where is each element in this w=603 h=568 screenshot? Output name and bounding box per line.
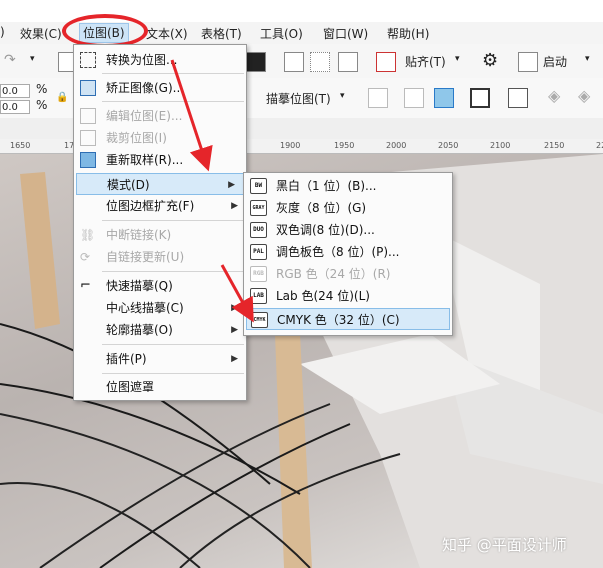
break-link-icon: ⛓ bbox=[80, 228, 96, 242]
mode-item-duotone[interactable]: DUO 双色调(8 位)(D)... bbox=[244, 219, 452, 241]
menu-item-quick-trace[interactable]: ⌐ 快速描摹(Q) bbox=[74, 275, 246, 297]
menu-item-prev[interactable]: ) bbox=[0, 25, 5, 39]
menu-item-bitmap-mask[interactable]: 位图遮罩 bbox=[74, 376, 246, 398]
menu-item-break-link[interactable]: ⛓ 中断链接(K) bbox=[74, 224, 246, 246]
mode-item-grayscale[interactable]: GRAY 灰度（8 位）(G) bbox=[244, 197, 452, 219]
submenu-arrow-icon: ▶ bbox=[228, 180, 235, 190]
menu-separator bbox=[102, 73, 244, 74]
quick-trace-icon: ⌐ bbox=[80, 278, 91, 293]
show-rulers-icon[interactable] bbox=[284, 52, 304, 72]
edit-bitmap-icon bbox=[80, 108, 96, 124]
ruler-tick: 2050 bbox=[438, 141, 459, 150]
bitmap-menu: 转换为位图... 矫正图像(G)... 编辑位图(E)... 裁剪位图(I) 重… bbox=[73, 44, 247, 401]
menu-separator bbox=[102, 101, 244, 102]
grayscale-mode-icon: GRAY bbox=[250, 200, 267, 216]
snap-to-label[interactable]: 贴齐(T) bbox=[405, 53, 446, 70]
rgb-mode-icon: RGB bbox=[250, 266, 267, 282]
x-position-field[interactable]: 0.0 bbox=[0, 84, 30, 98]
redo-dropdown-icon[interactable]: ▾ bbox=[30, 54, 35, 64]
lab-mode-icon: LAB bbox=[250, 288, 267, 304]
wrap-text-icon[interactable] bbox=[508, 88, 528, 108]
menu-separator bbox=[102, 373, 244, 374]
mode-item-paletted[interactable]: PAL 调色板色（8 位）(P)... bbox=[244, 241, 452, 263]
menu-separator bbox=[102, 271, 244, 272]
menu-item-crop-bitmap[interactable]: 裁剪位图(I) bbox=[74, 127, 246, 149]
full-screen-icon[interactable] bbox=[246, 52, 266, 72]
snap-icon[interactable] bbox=[376, 52, 396, 72]
straighten-image-icon bbox=[80, 80, 96, 96]
menu-item-convert-to-bitmap[interactable]: 转换为位图... bbox=[74, 49, 246, 71]
menu-separator bbox=[102, 344, 244, 345]
menu-bar: ) 效果(C) 位图(B) 文本(X) 表格(T) 工具(O) 窗口(W) 帮助… bbox=[0, 22, 603, 45]
cmyk-mode-icon: CMYK bbox=[251, 312, 268, 328]
launch-label[interactable]: 启动 bbox=[543, 53, 567, 70]
mode-item-black-white[interactable]: BW 黑白（1 位）(B)... bbox=[244, 175, 452, 197]
resample-tool-icon[interactable] bbox=[434, 88, 454, 108]
menu-help[interactable]: 帮助(H) bbox=[387, 25, 429, 42]
menu-item-straighten-image[interactable]: 矫正图像(G)... bbox=[74, 77, 246, 99]
y-position-field[interactable]: 0.0 bbox=[0, 100, 30, 114]
menu-item-resample[interactable]: 重新取样(R)... bbox=[74, 149, 246, 171]
menu-item-bitmap-border[interactable]: 位图边框扩充(F) ▶ bbox=[74, 195, 246, 217]
launch-dropdown-icon[interactable]: ▾ bbox=[585, 54, 590, 64]
ruler-tick: 2000 bbox=[386, 141, 407, 150]
options-gear-icon[interactable]: ⚙ bbox=[482, 50, 498, 71]
mode-item-cmyk[interactable]: CMYK CMYK 色（32 位）(C) bbox=[246, 308, 450, 330]
arrange-front-icon[interactable]: ◈ bbox=[548, 86, 560, 105]
arrange-back-icon[interactable]: ◈ bbox=[578, 86, 590, 105]
resample-icon bbox=[80, 152, 96, 168]
menu-table[interactable]: 表格(T) bbox=[201, 25, 242, 42]
ruler-tick: 1900 bbox=[280, 141, 301, 150]
submenu-arrow-icon: ▶ bbox=[231, 354, 238, 364]
edit-bitmap-tool-icon[interactable] bbox=[404, 88, 424, 108]
ruler-tick: 2150 bbox=[544, 141, 565, 150]
submenu-arrow-icon: ▶ bbox=[231, 201, 238, 211]
watermark-text: 知乎 @平面设计师 bbox=[442, 536, 567, 554]
menu-item-centerline-trace[interactable]: 中心线描摹(C) ▶ bbox=[74, 297, 246, 319]
crop-bitmap-tool-icon[interactable] bbox=[368, 88, 388, 108]
window-top-strip bbox=[0, 0, 603, 22]
crop-bitmap-icon bbox=[80, 130, 96, 146]
convert-to-bitmap-icon bbox=[80, 52, 96, 68]
ruler-tick: 2100 bbox=[490, 141, 511, 150]
menu-item-outline-trace[interactable]: 轮廓描摹(O) ▶ bbox=[74, 319, 246, 341]
show-grid-icon[interactable] bbox=[310, 52, 330, 72]
launch-icon[interactable] bbox=[518, 52, 538, 72]
redo-icon[interactable]: ↷ bbox=[4, 52, 16, 68]
menu-bitmap[interactable]: 位图(B) bbox=[79, 23, 129, 43]
menu-tools[interactable]: 工具(O) bbox=[260, 25, 303, 42]
menu-item-plugins[interactable]: 插件(P) ▶ bbox=[74, 348, 246, 370]
bitmap-border-icon[interactable] bbox=[470, 88, 490, 108]
ruler-tick: 1950 bbox=[334, 141, 355, 150]
update-link-icon: ⟳ bbox=[80, 250, 91, 264]
black-white-mode-icon: BW bbox=[250, 178, 267, 194]
mode-item-rgb[interactable]: RGB RGB 色（24 位）(R) bbox=[244, 263, 452, 285]
ruler-tick: 2200 bbox=[596, 141, 603, 150]
paletted-mode-icon: PAL bbox=[250, 244, 267, 260]
trace-bitmap-label[interactable]: 描摹位图(T) bbox=[266, 90, 331, 107]
menu-item-edit-bitmap[interactable]: 编辑位图(E)... bbox=[74, 105, 246, 127]
snap-dropdown-icon[interactable]: ▾ bbox=[455, 54, 460, 64]
mode-item-lab[interactable]: LAB Lab 色(24 位)(L) bbox=[244, 285, 452, 307]
submenu-arrow-icon: ▶ bbox=[231, 325, 238, 335]
x-percent-label: % bbox=[36, 82, 48, 96]
lock-ratio-icon[interactable]: 🔒 bbox=[56, 92, 68, 103]
duotone-mode-icon: DUO bbox=[250, 222, 267, 238]
menu-effects[interactable]: 效果(C) bbox=[20, 25, 62, 42]
mode-submenu: BW 黑白（1 位）(B)... GRAY 灰度（8 位）(G) DUO 双色调… bbox=[243, 172, 453, 336]
menu-window[interactable]: 窗口(W) bbox=[323, 25, 368, 42]
menu-separator bbox=[102, 220, 244, 221]
submenu-arrow-icon: ▶ bbox=[231, 303, 238, 313]
menu-text[interactable]: 文本(X) bbox=[146, 25, 188, 42]
y-percent-label: % bbox=[36, 98, 48, 112]
menu-item-update-link[interactable]: ⟳ 自链接更新(U) bbox=[74, 246, 246, 268]
trace-dropdown-icon[interactable]: ▾ bbox=[340, 91, 345, 101]
ruler-tick: 1650 bbox=[10, 141, 31, 150]
show-guidelines-icon[interactable] bbox=[338, 52, 358, 72]
menu-item-mode[interactable]: 模式(D) ▶ bbox=[76, 173, 244, 195]
